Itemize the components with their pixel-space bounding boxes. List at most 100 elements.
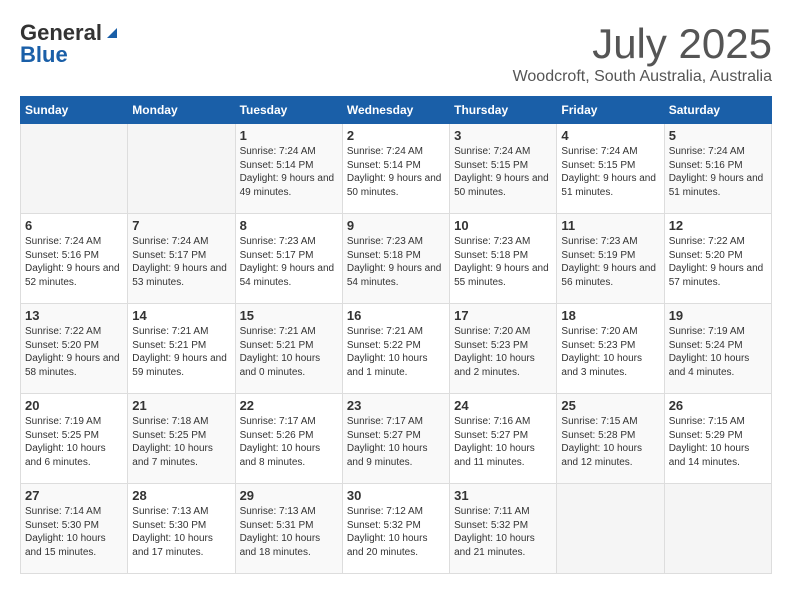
day-info: Sunrise: 7:23 AM Sunset: 5:17 PM Dayligh… <box>240 235 338 289</box>
day-number: 17 <box>454 308 552 323</box>
day-number: 12 <box>669 218 767 233</box>
calendar-cell: 8Sunrise: 7:23 AM Sunset: 5:17 PM Daylig… <box>235 214 342 304</box>
day-number: 1 <box>240 128 338 143</box>
calendar-header-row: SundayMondayTuesdayWednesdayThursdayFrid… <box>21 97 772 124</box>
day-info: Sunrise: 7:17 AM Sunset: 5:27 PM Dayligh… <box>347 415 445 469</box>
week-row-5: 27 Sunrise: 7:14 AM Sunset: 5:30 PM Dayli… <box>21 484 772 574</box>
day-header-thursday: Thursday <box>450 97 557 124</box>
calendar-cell: 2Sunrise: 7:24 AM Sunset: 5:14 PM Daylig… <box>342 124 449 214</box>
week-row-3: 13Sunrise: 7:22 AM Sunset: 5:20 PM Dayli… <box>21 304 772 394</box>
calendar-cell: 19 Sunrise: 7:19 AM Sunset: 5:24 PM Dayli… <box>664 304 771 394</box>
day-info: Sunrise: 7:11 AM Sunset: 5:32 PM Dayligh… <box>454 505 552 559</box>
day-info: Sunrise: 7:22 AM Sunset: 5:20 PM Dayligh… <box>669 235 767 289</box>
day-number: 18 <box>561 308 659 323</box>
day-number: 7 <box>132 218 230 233</box>
day-info: Sunrise: 7:23 AM Sunset: 5:18 PM Dayligh… <box>454 235 552 289</box>
calendar-cell: 23 Sunrise: 7:17 AM Sunset: 5:27 PM Dayli… <box>342 394 449 484</box>
day-info: Sunrise: 7:20 AM Sunset: 5:23 PM Dayligh… <box>454 325 552 379</box>
day-info: Sunrise: 7:13 AM Sunset: 5:31 PM Dayligh… <box>240 505 338 559</box>
calendar-cell: 3Sunrise: 7:24 AM Sunset: 5:15 PM Daylig… <box>450 124 557 214</box>
calendar-cell: 27 Sunrise: 7:14 AM Sunset: 5:30 PM Dayli… <box>21 484 128 574</box>
calendar-cell: 9 Sunrise: 7:23 AM Sunset: 5:18 PM Daylig… <box>342 214 449 304</box>
day-number: 15 <box>240 308 338 323</box>
calendar-cell: 4Sunrise: 7:24 AM Sunset: 5:15 PM Daylig… <box>557 124 664 214</box>
day-number: 26 <box>669 398 767 413</box>
day-number: 28 <box>132 488 230 503</box>
day-header-monday: Monday <box>128 97 235 124</box>
day-number: 22 <box>240 398 338 413</box>
calendar-cell: 25Sunrise: 7:15 AM Sunset: 5:28 PM Dayli… <box>557 394 664 484</box>
day-info: Sunrise: 7:19 AM Sunset: 5:24 PM Dayligh… <box>669 325 767 379</box>
day-number: 29 <box>240 488 338 503</box>
day-info: Sunrise: 7:20 AM Sunset: 5:23 PM Dayligh… <box>561 325 659 379</box>
day-number: 10 <box>454 218 552 233</box>
month-title: July 2025 <box>513 20 772 68</box>
calendar-cell: 26 Sunrise: 7:15 AM Sunset: 5:29 PM Dayli… <box>664 394 771 484</box>
logo-blue: Blue <box>20 42 68 68</box>
calendar-cell: 6Sunrise: 7:24 AM Sunset: 5:16 PM Daylig… <box>21 214 128 304</box>
calendar-cell: 7 Sunrise: 7:24 AM Sunset: 5:17 PM Daylig… <box>128 214 235 304</box>
day-number: 3 <box>454 128 552 143</box>
day-info: Sunrise: 7:24 AM Sunset: 5:17 PM Dayligh… <box>132 235 230 289</box>
day-number: 19 <box>669 308 767 323</box>
day-number: 16 <box>347 308 445 323</box>
calendar-cell: 5 Sunrise: 7:24 AM Sunset: 5:16 PM Daylig… <box>664 124 771 214</box>
day-number: 20 <box>25 398 123 413</box>
calendar-cell <box>664 484 771 574</box>
day-info: Sunrise: 7:12 AM Sunset: 5:32 PM Dayligh… <box>347 505 445 559</box>
calendar-table: SundayMondayTuesdayWednesdayThursdayFrid… <box>20 96 772 574</box>
day-info: Sunrise: 7:15 AM Sunset: 5:29 PM Dayligh… <box>669 415 767 469</box>
day-info: Sunrise: 7:23 AM Sunset: 5:19 PM Dayligh… <box>561 235 659 289</box>
day-number: 13 <box>25 308 123 323</box>
day-info: Sunrise: 7:24 AM Sunset: 5:16 PM Dayligh… <box>669 145 767 199</box>
day-info: Sunrise: 7:21 AM Sunset: 5:21 PM Dayligh… <box>132 325 230 379</box>
location-title: Woodcroft, South Australia, Australia <box>513 68 772 86</box>
title-block: July 2025 Woodcroft, South Australia, Au… <box>513 20 772 86</box>
day-info: Sunrise: 7:13 AM Sunset: 5:30 PM Dayligh… <box>132 505 230 559</box>
calendar-cell <box>557 484 664 574</box>
calendar-cell: 22 Sunrise: 7:17 AM Sunset: 5:26 PM Dayli… <box>235 394 342 484</box>
day-number: 24 <box>454 398 552 413</box>
day-info: Sunrise: 7:17 AM Sunset: 5:26 PM Dayligh… <box>240 415 338 469</box>
calendar-body: 1 Sunrise: 7:24 AM Sunset: 5:14 PM Daylig… <box>21 124 772 574</box>
day-number: 30 <box>347 488 445 503</box>
calendar-cell: 13Sunrise: 7:22 AM Sunset: 5:20 PM Dayli… <box>21 304 128 394</box>
calendar-cell: 16Sunrise: 7:21 AM Sunset: 5:22 PM Dayli… <box>342 304 449 394</box>
day-info: Sunrise: 7:19 AM Sunset: 5:25 PM Dayligh… <box>25 415 123 469</box>
day-number: 5 <box>669 128 767 143</box>
calendar-cell: 15 Sunrise: 7:21 AM Sunset: 5:21 PM Dayli… <box>235 304 342 394</box>
day-info: Sunrise: 7:14 AM Sunset: 5:30 PM Dayligh… <box>25 505 123 559</box>
week-row-1: 1 Sunrise: 7:24 AM Sunset: 5:14 PM Daylig… <box>21 124 772 214</box>
day-info: Sunrise: 7:24 AM Sunset: 5:16 PM Dayligh… <box>25 235 123 289</box>
day-info: Sunrise: 7:23 AM Sunset: 5:18 PM Dayligh… <box>347 235 445 289</box>
day-number: 27 <box>25 488 123 503</box>
calendar-cell: 28 Sunrise: 7:13 AM Sunset: 5:30 PM Dayli… <box>128 484 235 574</box>
week-row-4: 20 Sunrise: 7:19 AM Sunset: 5:25 PM Dayli… <box>21 394 772 484</box>
calendar-cell: 10 Sunrise: 7:23 AM Sunset: 5:18 PM Dayli… <box>450 214 557 304</box>
calendar-cell: 31 Sunrise: 7:11 AM Sunset: 5:32 PM Dayli… <box>450 484 557 574</box>
calendar-cell: 18 Sunrise: 7:20 AM Sunset: 5:23 PM Dayli… <box>557 304 664 394</box>
day-number: 4 <box>561 128 659 143</box>
page-header: General Blue July 2025 Woodcroft, South … <box>20 20 772 86</box>
day-header-tuesday: Tuesday <box>235 97 342 124</box>
week-row-2: 6Sunrise: 7:24 AM Sunset: 5:16 PM Daylig… <box>21 214 772 304</box>
day-info: Sunrise: 7:21 AM Sunset: 5:21 PM Dayligh… <box>240 325 338 379</box>
day-number: 21 <box>132 398 230 413</box>
calendar-cell: 17 Sunrise: 7:20 AM Sunset: 5:23 PM Dayli… <box>450 304 557 394</box>
day-number: 9 <box>347 218 445 233</box>
calendar-cell: 30 Sunrise: 7:12 AM Sunset: 5:32 PM Dayli… <box>342 484 449 574</box>
day-info: Sunrise: 7:24 AM Sunset: 5:14 PM Dayligh… <box>240 145 338 199</box>
calendar-cell: 1 Sunrise: 7:24 AM Sunset: 5:14 PM Daylig… <box>235 124 342 214</box>
calendar-cell: 21Sunrise: 7:18 AM Sunset: 5:25 PM Dayli… <box>128 394 235 484</box>
calendar-cell: 20 Sunrise: 7:19 AM Sunset: 5:25 PM Dayli… <box>21 394 128 484</box>
day-header-friday: Friday <box>557 97 664 124</box>
day-number: 23 <box>347 398 445 413</box>
day-header-saturday: Saturday <box>664 97 771 124</box>
calendar-cell: 14 Sunrise: 7:21 AM Sunset: 5:21 PM Dayli… <box>128 304 235 394</box>
day-number: 31 <box>454 488 552 503</box>
day-info: Sunrise: 7:16 AM Sunset: 5:27 PM Dayligh… <box>454 415 552 469</box>
logo-arrow-icon <box>103 24 121 42</box>
day-number: 2 <box>347 128 445 143</box>
day-number: 14 <box>132 308 230 323</box>
day-info: Sunrise: 7:15 AM Sunset: 5:28 PM Dayligh… <box>561 415 659 469</box>
